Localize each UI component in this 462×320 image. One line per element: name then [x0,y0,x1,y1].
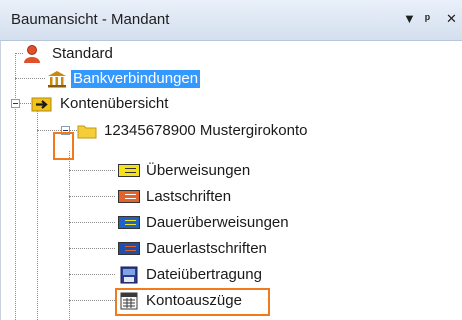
tree-view-panel: Baumansicht - Mandant ▼ ᵖ ✕ Standard Ban… [0,0,462,320]
tree-item-lastschriften[interactable]: Lastschriften [1,186,261,208]
tree-item-account[interactable]: 12345678900 Mustergirokonto [1,120,331,142]
transfer-icon [118,164,140,177]
user-icon [24,45,40,63]
panel-title: Baumansicht - Mandant [11,11,170,28]
direct-debit-icon [118,190,140,203]
panel-titlebar: Baumansicht - Mandant ▼ ᵖ ✕ [0,0,462,41]
standing-order-icon [118,216,140,229]
tree-item-label: Kontenübersicht [60,95,169,112]
kontoauszuege-highlight [115,288,270,316]
tree-item-label: Lastschriften [146,188,232,205]
folder-icon [77,125,97,139]
tree-item-dateiuebertragung[interactable]: Dateiübertragung [1,264,301,286]
tree-item-label: Überweisungen [146,162,251,179]
collapse-toggle-highlight [53,132,74,160]
tree-item-ueberweisungen[interactable]: Überweisungen [1,160,261,182]
collapse-toggle[interactable] [11,99,20,108]
tree-item-dauerueberweisungen[interactable]: Dauerüberweisungen [1,212,301,234]
tree-item-bankverbindungen[interactable]: Bankverbindungen [1,68,261,90]
bank-icon [48,71,66,88]
folder-arrow-icon [31,97,52,112]
tree-item-label: Standard [52,45,113,62]
tree-item-kontenuebersicht[interactable]: Kontenübersicht [1,93,261,115]
tree-item-label: 12345678900 Mustergirokonto [104,122,308,139]
pin-icon[interactable]: ᵖ [425,11,430,27]
tree-view: Standard Bankverbindungen Kontenübersich… [0,41,462,320]
tree-item-label: Dauerlastschriften [146,240,267,257]
tree-item-label: Dauerüberweisungen [146,214,289,231]
tree-item-label: Dateiübertragung [146,266,262,283]
tree-item-standard[interactable]: Standard [1,43,201,65]
tree-item-dauerlastschriften[interactable]: Dauerlastschriften [1,238,301,260]
chevron-down-icon[interactable]: ▼ [403,11,416,27]
recurring-debit-icon [118,242,140,255]
close-icon[interactable]: ✕ [446,11,457,27]
tree-item-label: Bankverbindungen [71,70,201,88]
file-transfer-icon [120,266,138,284]
